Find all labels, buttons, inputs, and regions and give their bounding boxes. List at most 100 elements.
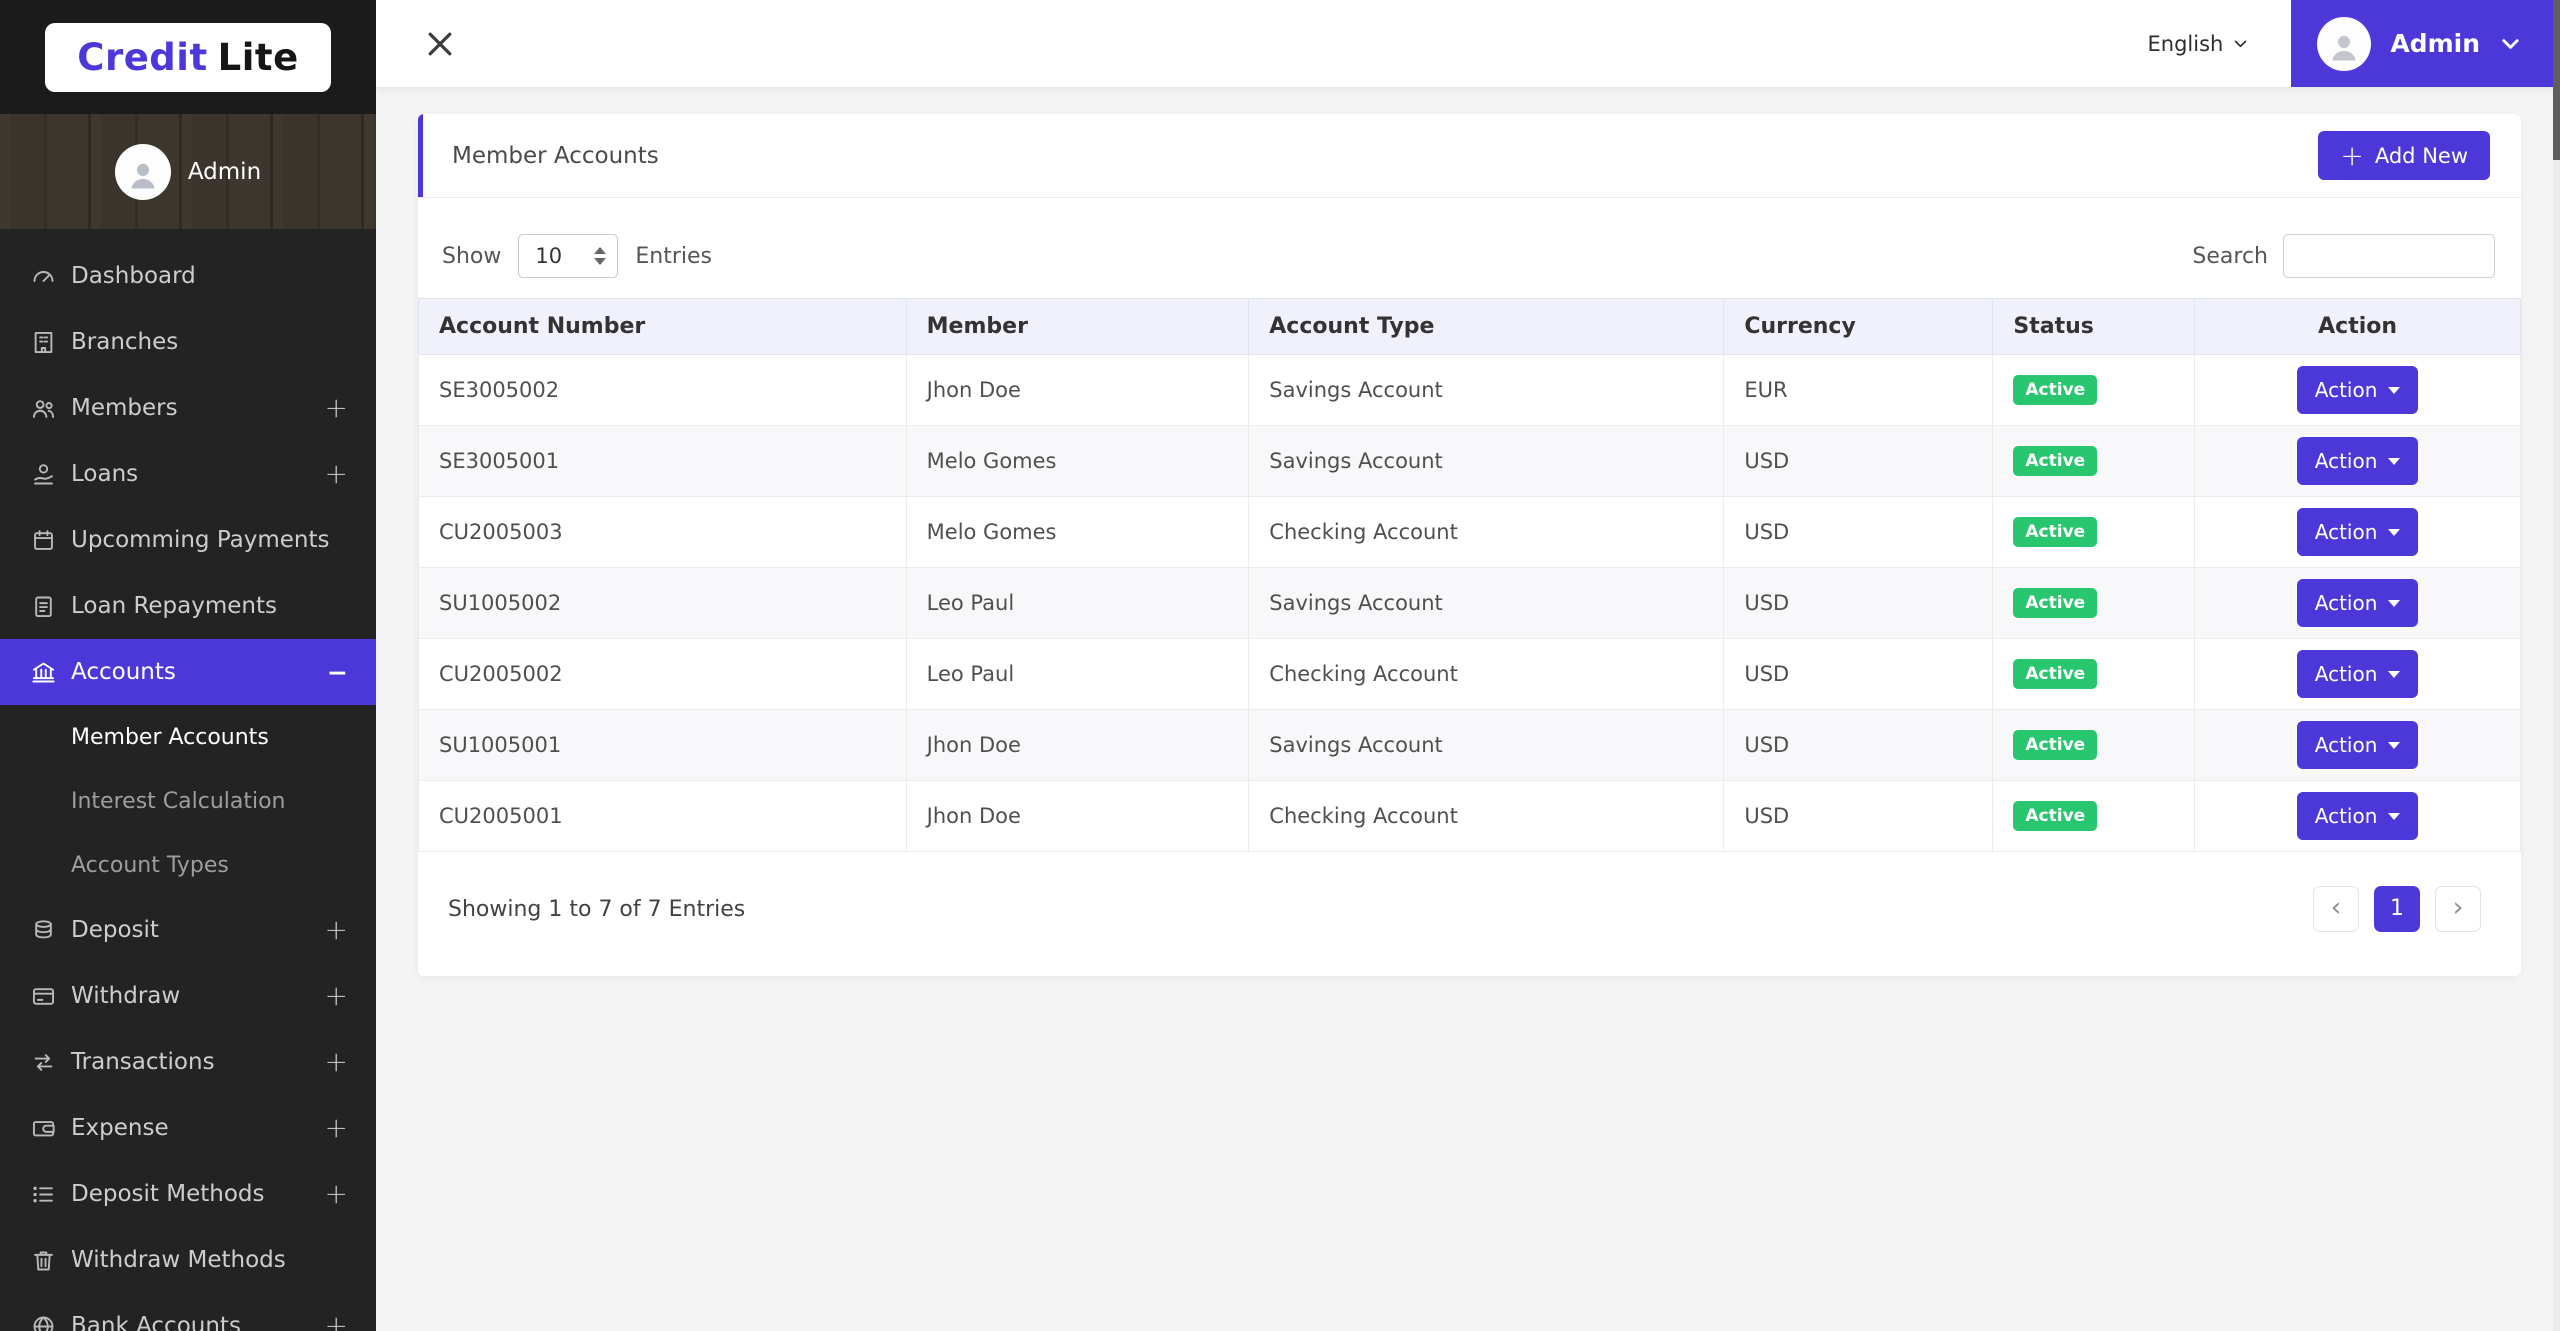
- header-account-number: Account Number: [418, 298, 907, 355]
- table-row: SE3005002 Jhon Doe Savings Account EUR A…: [418, 354, 2521, 426]
- plus-icon: +: [2340, 138, 2364, 172]
- action-button[interactable]: Action: [2296, 792, 2419, 840]
- brand-logo[interactable]: Credit Lite: [45, 22, 331, 92]
- action-button[interactable]: Action: [2296, 650, 2419, 698]
- credit-card-icon: [30, 983, 57, 1010]
- page-title: Member Accounts: [452, 142, 659, 169]
- table-row: CU2005002 Leo Paul Checking Account USD …: [418, 638, 2521, 710]
- search-input[interactable]: [2283, 234, 2495, 278]
- entries-select[interactable]: 10: [518, 234, 619, 278]
- action-button[interactable]: Action: [2296, 366, 2419, 414]
- cell-status: Active: [1992, 425, 2196, 497]
- action-button[interactable]: Action: [2296, 508, 2419, 556]
- pagination-page-1-button[interactable]: 1: [2374, 886, 2420, 932]
- sidebar-item-branches[interactable]: Branches: [0, 309, 376, 375]
- sidebar-subitem-interest-calculation[interactable]: Interest Calculation: [0, 769, 376, 833]
- sidebar-item-withdraw[interactable]: Withdraw +: [0, 963, 376, 1029]
- chevron-down-icon: [2502, 39, 2519, 49]
- caret-down-icon: [2388, 528, 2401, 536]
- cell-member: Melo Gomes: [905, 496, 1250, 568]
- cell-currency: USD: [1723, 638, 1994, 710]
- sidebar-item-loans[interactable]: Loans +: [0, 441, 376, 507]
- sidebar-item-expense[interactable]: Expense +: [0, 1095, 376, 1161]
- cell-account-number: SU1005002: [418, 567, 907, 639]
- action-button[interactable]: Action: [2296, 437, 2419, 485]
- cell-status: Active: [1992, 709, 2196, 781]
- cell-account-type: Checking Account: [1248, 780, 1725, 852]
- caret-down-icon: [2388, 670, 2401, 678]
- table-header-row: Account Number Member Account Type Curre…: [418, 298, 2521, 355]
- add-new-button[interactable]: + Add New: [2318, 130, 2490, 181]
- list-icon: [30, 1181, 57, 1208]
- pagination-prev-button[interactable]: ‹: [2313, 886, 2359, 932]
- caret-down-icon: [2388, 386, 2401, 394]
- cell-account-number: CU2005002: [418, 638, 907, 710]
- cell-status: Active: [1992, 780, 2196, 852]
- entries-summary: Showing 1 to 7 of 7 Entries: [448, 896, 746, 922]
- pagination-next-button[interactable]: ›: [2435, 886, 2481, 932]
- cell-account-number: CU2005001: [418, 780, 907, 852]
- cell-member: Jhon Doe: [905, 709, 1250, 781]
- cell-action: Action: [2194, 354, 2521, 426]
- cell-currency: USD: [1723, 709, 1994, 781]
- sidebar-item-transactions[interactable]: Transactions +: [0, 1029, 376, 1095]
- logo-area: Credit Lite: [0, 0, 376, 114]
- caret-down-icon: [2388, 599, 2401, 607]
- sidebar-menu: Dashboard Branches Members + Loans + Upc…: [0, 229, 376, 1331]
- sidebar-item-deposit-methods[interactable]: Deposit Methods +: [0, 1161, 376, 1227]
- trash-icon: [30, 1247, 57, 1274]
- cell-action: Action: [2194, 567, 2521, 639]
- table-row: SU1005002 Leo Paul Savings Account USD A…: [418, 567, 2521, 639]
- sidebar-item-bank-accounts[interactable]: Bank Accounts +: [0, 1293, 376, 1331]
- accounts-submenu: Member Accounts Interest Calculation Acc…: [0, 705, 376, 897]
- cell-status: Active: [1992, 567, 2196, 639]
- profile-name: Admin: [187, 158, 262, 185]
- cell-member: Jhon Doe: [905, 354, 1250, 426]
- member-accounts-card: Member Accounts + Add New Show 10 Entrie…: [418, 114, 2521, 976]
- person-icon: [131, 163, 155, 188]
- table-row: CU2005001 Jhon Doe Checking Account USD …: [418, 780, 2521, 852]
- cell-currency: EUR: [1723, 354, 1994, 426]
- status-badge: Active: [2013, 375, 2098, 405]
- search-label: Search: [2192, 243, 2268, 269]
- language-dropdown[interactable]: English: [2148, 32, 2250, 56]
- header-member: Member: [905, 298, 1250, 355]
- header-account-type: Account Type: [1248, 298, 1725, 355]
- sidebar-subitem-account-types[interactable]: Account Types: [0, 833, 376, 897]
- status-badge: Active: [2013, 659, 2098, 689]
- sidebar-item-accounts[interactable]: Accounts −: [0, 639, 376, 705]
- user-menu[interactable]: Admin: [2291, 0, 2560, 87]
- avatar: [114, 143, 171, 200]
- topbar: English Admin: [376, 0, 2560, 87]
- card-header: Member Accounts + Add New: [418, 114, 2521, 198]
- sidebar-item-dashboard[interactable]: Dashboard: [0, 243, 376, 309]
- sidebar-item-upcomming-payments[interactable]: Upcomming Payments: [0, 507, 376, 573]
- building-icon: [30, 329, 57, 356]
- caret-down-icon: [2388, 812, 2401, 820]
- gauge-icon: [30, 263, 57, 290]
- page-size-controls: Show 10 Entries: [442, 234, 712, 278]
- sidebar-toggle-button[interactable]: [422, 26, 458, 62]
- cell-member: Jhon Doe: [905, 780, 1250, 852]
- table-row: SU1005001 Jhon Doe Savings Account USD A…: [418, 709, 2521, 781]
- scrollbar-thumb[interactable]: [2553, 0, 2560, 160]
- sidebar-subitem-member-accounts[interactable]: Member Accounts: [0, 705, 376, 769]
- user-name: Admin: [2390, 29, 2480, 58]
- cell-account-type: Savings Account: [1248, 354, 1725, 426]
- action-button[interactable]: Action: [2296, 721, 2419, 769]
- sidebar-item-loan-repayments[interactable]: Loan Repayments: [0, 573, 376, 639]
- sidebar-item-members[interactable]: Members +: [0, 375, 376, 441]
- action-button[interactable]: Action: [2296, 579, 2419, 627]
- cell-action: Action: [2194, 496, 2521, 568]
- sidebar-item-withdraw-methods[interactable]: Withdraw Methods: [0, 1227, 376, 1293]
- table-row: SE3005001 Melo Gomes Savings Account USD…: [418, 425, 2521, 497]
- caret-down-icon: [2388, 741, 2401, 749]
- language-label: English: [2147, 31, 2224, 56]
- cell-currency: USD: [1723, 496, 1994, 568]
- scrollbar[interactable]: [2553, 0, 2560, 1331]
- caret-down-icon: [2388, 457, 2401, 465]
- add-new-label: Add New: [2374, 143, 2468, 168]
- sidebar-item-deposit[interactable]: Deposit +: [0, 897, 376, 963]
- cell-member: Leo Paul: [905, 567, 1250, 639]
- topbar-right: English Admin: [2148, 0, 2560, 87]
